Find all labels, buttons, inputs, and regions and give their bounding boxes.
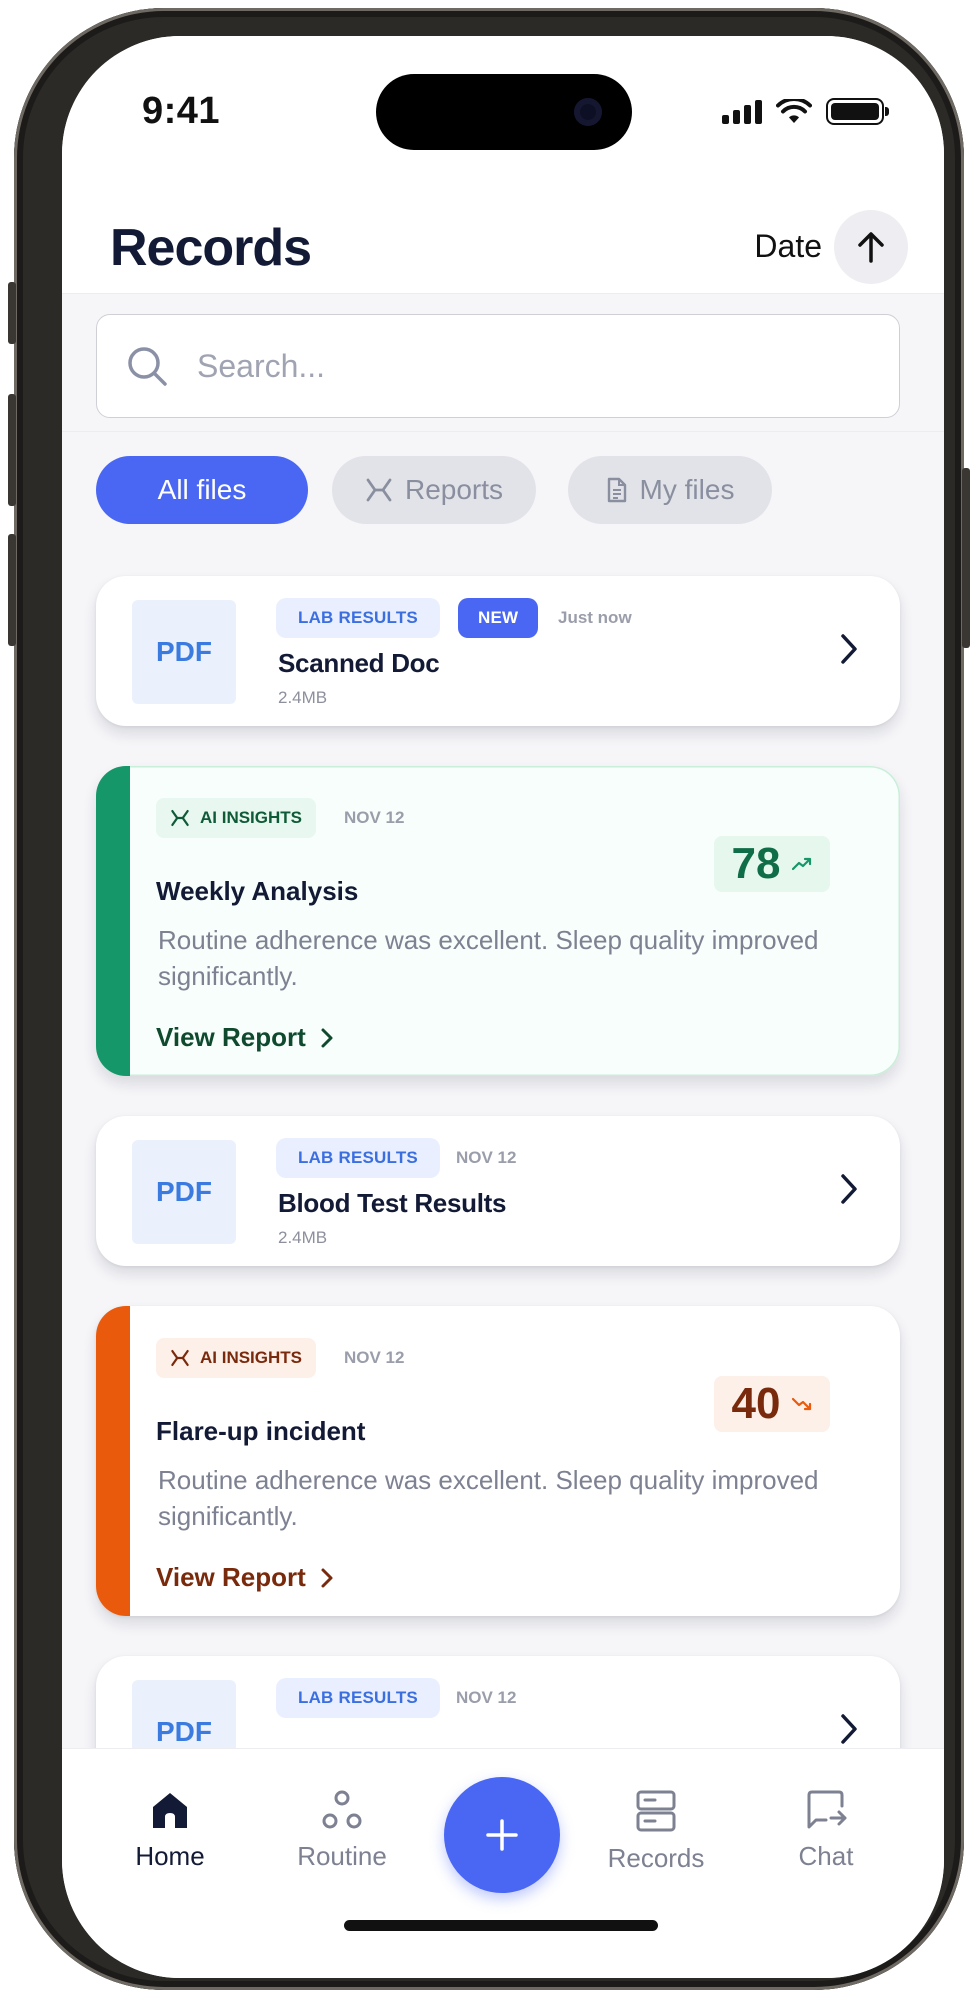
filter-chip-label: My files <box>639 474 735 505</box>
chevron-right-icon[interactable] <box>834 1174 864 1204</box>
file-date: Just now <box>558 608 632 627</box>
insight-card[interactable]: AI INSIGHTS NOV 12 40 Flare-up incident … <box>96 1306 900 1616</box>
view-report-label: View Report <box>156 1022 306 1052</box>
sort-label[interactable]: Date <box>754 228 822 265</box>
insight-accent-bar <box>96 1306 130 1616</box>
view-report-label: View Report <box>156 1562 306 1592</box>
home-indicator <box>344 1920 658 1931</box>
nav-label: Chat <box>798 1841 854 1871</box>
filter-chip-label: Reports <box>404 474 504 505</box>
filter-chip-my-files[interactable]: My files <box>568 456 772 524</box>
file-name: Scanned Doc <box>278 648 440 678</box>
lab-results-tag: LAB RESULTS <box>276 1678 440 1718</box>
insight-body: Routine adherence was excellent. Sleep q… <box>158 1465 819 1531</box>
nav-item-chat[interactable]: Chat <box>756 1789 896 1872</box>
sort-direction-button[interactable] <box>834 210 908 284</box>
score-badge: 78 <box>714 836 830 892</box>
ai-sparkle-icon <box>171 809 189 827</box>
cellular-signal-icon <box>722 99 762 124</box>
pdf-label: PDF <box>156 1176 212 1207</box>
nav-item-home[interactable]: Home <box>100 1789 240 1872</box>
score-value: 40 <box>731 1379 781 1428</box>
battery-icon <box>826 98 889 125</box>
filter-chip-all-files[interactable]: All files <box>96 456 308 524</box>
insight-body: Routine adherence was excellent. Sleep q… <box>158 925 819 991</box>
trend-up-icon <box>792 857 812 871</box>
insight-card[interactable]: AI INSIGHTS NOV 12 78 Weekly Analysis Ro… <box>96 766 900 1076</box>
trend-down-icon <box>792 1397 812 1411</box>
action-button <box>8 282 16 344</box>
chevron-right-icon[interactable] <box>834 634 864 664</box>
file-card[interactable]: PDF LAB RESULTS NEW Just now Scanned Doc… <box>96 576 900 726</box>
ai-sparkle-icon <box>171 1349 189 1367</box>
records-icon <box>636 1790 676 1832</box>
page-header: Records Date <box>62 166 944 294</box>
pdf-thumbnail: PDF <box>132 1140 236 1244</box>
search-icon <box>123 342 171 390</box>
camera-icon <box>574 98 602 126</box>
filter-chip-label: All files <box>157 474 247 505</box>
lab-results-tag: LAB RESULTS <box>276 1138 440 1178</box>
file-card[interactable]: PDF LAB RESULTS NOV 12 Blood Test Result… <box>96 1116 900 1266</box>
search-field[interactable] <box>96 314 900 418</box>
status-time: 9:41 <box>142 90 221 132</box>
nav-label: Records <box>607 1843 705 1873</box>
ai-sparkle-icon <box>366 478 392 502</box>
ai-insights-tag: AI INSIGHTS <box>156 1338 317 1378</box>
volume-down-button <box>8 534 16 646</box>
phone-frame: 9:41 Records Date Search... All files Re… <box>8 8 970 1990</box>
pdf-label: PDF <box>156 1716 212 1747</box>
status-bar: 9:41 <box>62 36 944 166</box>
pdf-thumbnail: PDF <box>132 600 236 704</box>
bottom-nav: Home Routine Records Chat <box>62 1748 944 1978</box>
insight-date: NOV 12 <box>344 1348 405 1367</box>
insight-title: Weekly Analysis <box>156 876 359 906</box>
score-value: 78 <box>731 839 781 888</box>
search-section <box>62 294 944 432</box>
nav-label: Routine <box>297 1841 387 1871</box>
insight-accent-bar <box>96 766 130 1076</box>
dynamic-island <box>376 74 632 150</box>
file-date: NOV 12 <box>456 1688 517 1707</box>
plus-icon <box>486 1819 518 1851</box>
nav-item-routine[interactable]: Routine <box>272 1789 412 1872</box>
arrow-up-icon <box>858 232 884 263</box>
nav-item-records[interactable]: Records <box>586 1789 726 1874</box>
ai-insights-label: AI INSIGHTS <box>200 1348 303 1367</box>
pdf-label: PDF <box>156 636 212 667</box>
view-report-link[interactable]: View Report <box>156 1562 334 1593</box>
ai-insights-label: AI INSIGHTS <box>200 808 303 827</box>
wifi-icon <box>776 98 812 123</box>
chevron-right-icon <box>321 1028 333 1047</box>
status-icons <box>722 98 889 125</box>
search-input[interactable] <box>197 347 797 385</box>
power-button <box>962 468 970 648</box>
insight-date: NOV 12 <box>344 808 405 827</box>
view-report-link[interactable]: View Report <box>156 1022 334 1053</box>
file-date: NOV 12 <box>456 1148 517 1167</box>
document-icon <box>607 477 626 503</box>
filter-chip-reports[interactable]: Reports <box>332 456 536 524</box>
page-title: Records <box>110 219 312 277</box>
lab-results-tag: LAB RESULTS <box>276 598 440 638</box>
new-badge: NEW <box>458 598 539 638</box>
file-size: 2.4MB <box>278 688 328 707</box>
app-screen: 9:41 Records Date Search... All files Re… <box>62 36 944 1978</box>
chevron-right-icon[interactable] <box>834 1714 864 1744</box>
chat-icon <box>807 1790 847 1829</box>
chevron-right-icon <box>321 1568 333 1587</box>
add-button[interactable] <box>444 1777 560 1893</box>
insight-title: Flare-up incident <box>156 1416 366 1446</box>
score-badge: 40 <box>714 1376 830 1432</box>
routine-icon <box>322 1790 362 1829</box>
volume-up-button <box>8 394 16 506</box>
nav-label: Home <box>135 1841 205 1871</box>
ai-insights-tag: AI INSIGHTS <box>156 798 317 838</box>
file-name: Blood Test Results <box>278 1188 507 1218</box>
file-size: 2.4MB <box>278 1228 328 1247</box>
home-icon <box>153 1793 187 1828</box>
